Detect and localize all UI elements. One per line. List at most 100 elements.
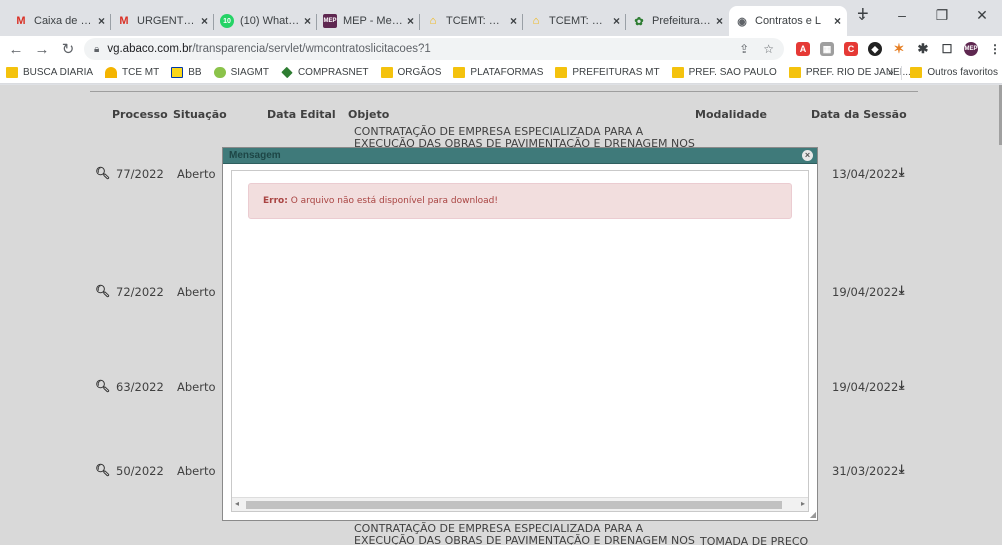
download-icon[interactable]: ⤓ [899,283,904,298]
close-tab-icon[interactable]: × [98,14,105,28]
bookmark-item[interactable]: ORGÃOS [380,67,441,78]
browser-tab[interactable]: MEP MEP - Mercé × [317,6,420,36]
horizontal-scrollbar[interactable]: ◂ ▸ [232,497,808,511]
globe-icon: ◉ [737,15,747,28]
header-processo: Processo [112,108,168,121]
bookmark-item[interactable]: PLATAFORMAS [453,67,543,78]
scrollbar-thumb[interactable] [246,501,782,509]
side-panel-icon[interactable]: ☐ [940,42,954,56]
bookmark-item[interactable]: PREFEITURAS MT [555,67,660,78]
scroll-left-icon[interactable]: ◂ [235,499,239,508]
forward-icon[interactable]: → [32,41,52,58]
restore-icon[interactable]: ❐ [922,0,962,32]
bookmark-star-icon[interactable]: ☆ [763,42,774,56]
share-icon[interactable]: ⇪ [739,42,749,56]
data-sessao-cell: 19/04/2022 [832,285,899,299]
folder-icon [788,67,801,78]
bookmark-label: TCE MT [122,67,160,78]
browser-tab[interactable]: ⌂ TCEMT: Espa × [420,6,523,36]
back-icon[interactable]: ← [6,41,26,58]
folder-icon [6,67,18,78]
bookmark-label: PREFEITURAS MT [572,67,660,78]
browser-tab[interactable]: ⌂ TCEMT: Espa × [523,6,626,36]
search-icon[interactable]: 🔍︎ [95,284,110,298]
gmail-icon: M [16,15,26,27]
search-icon[interactable]: 🔍︎ [95,166,110,180]
situacao-cell: Aberto [177,380,216,394]
close-tab-icon[interactable]: × [304,14,311,28]
close-tab-icon[interactable]: × [201,14,208,28]
search-icon[interactable]: 🔍︎ [95,463,110,477]
bookmark-item[interactable]: BUSCA DIARIA [6,67,93,78]
bookmark-label: BUSCA DIARIA [23,67,94,78]
bookmark-item[interactable]: COMPRASNET [281,66,369,79]
close-tab-icon[interactable]: × [613,14,620,28]
resize-grip-icon[interactable]: ◢ [810,510,816,519]
situacao-cell: Aberto [177,167,216,181]
other-bookmarks-folder[interactable]: Outros favoritos [910,67,998,78]
dialog-titlebar[interactable]: Mensagem × [223,148,817,164]
scroll-right-icon[interactable]: ▸ [801,499,805,508]
bookmark-label: PLATAFORMAS [470,67,544,78]
address-bar[interactable]: 🔒︎ vg.abaco.com.br/transparencia/servlet… [84,38,784,60]
tab-title: Contratos e L [755,15,822,27]
error-alert: Erro: O arquivo não está disponível para… [248,183,792,219]
bookmark-label: Outros favoritos [927,67,998,78]
bookmarks-overflow-button[interactable]: » [888,67,894,78]
browser-tab[interactable]: M Caixa de entr × [8,6,111,36]
url-path: /transparencia/servlet/wmcontratoslicita… [192,43,431,55]
close-tab-icon[interactable]: × [510,14,517,28]
mep-icon: MEP [323,14,337,28]
download-icon[interactable]: ⤓ [899,165,904,180]
modalidade-cell: TOMADA DE PREÇO [700,535,809,545]
bookmark-label: BB [188,67,202,78]
search-icon[interactable]: 🔍︎ [95,379,110,393]
reload-icon[interactable]: ↻ [58,40,78,58]
tce-icon [105,67,118,78]
siag-icon [213,67,226,78]
browser-tab[interactable]: ✿ Prefeitura de × [626,6,729,36]
extensions-puzzle-icon[interactable]: ✱ [916,41,930,56]
tab-title: TCEMT: Espa [549,15,609,27]
download-icon[interactable]: ⤓ [899,462,904,477]
download-icon[interactable]: ⤓ [899,378,904,393]
browser-tab[interactable]: 10 (10) WhatsAp × [214,6,317,36]
close-icon[interactable]: × [802,150,813,161]
error-label: Erro: [263,196,288,206]
browser-tab[interactable]: M URGENTÍSSIM × [111,6,214,36]
bookmark-item[interactable]: BB [171,67,202,78]
extension-icon[interactable]: ◆ [868,42,882,56]
browser-tab-active[interactable]: ◉ Contratos e L × [729,6,847,36]
minimize-icon[interactable]: – [882,0,922,32]
close-tab-icon[interactable]: × [834,14,841,28]
bookmark-item[interactable]: SIAGMT [213,67,269,78]
close-tab-icon[interactable]: × [407,14,414,28]
bookmark-item[interactable]: PREF. SAO PAULO [671,67,777,78]
tab-title: URGENTÍSSIM [137,15,197,27]
bookmark-label: PREF. SAO PAULO [688,67,777,78]
tab-title: Caixa de entr [34,15,94,27]
data-sessao-cell: 31/03/2022 [832,464,899,478]
processo-cell: 72/2022 [116,285,164,299]
tab-title: Prefeitura de [652,15,712,27]
close-tab-icon[interactable]: × [716,14,723,28]
folder-icon [910,67,923,78]
tab-search-icon[interactable]: ⌄ [842,0,882,32]
header-objeto: Objeto [348,108,390,121]
tce-icon: ⌂ [532,15,540,27]
pdf-extension-icon[interactable]: A [796,42,810,56]
bookmark-item[interactable]: TCE MT [105,67,159,78]
menu-icon[interactable]: ⋮ [988,42,1002,56]
header-data-sessao: Data da Sessão [811,108,907,121]
tab-title: (10) WhatsAp [240,15,300,27]
extension-icon[interactable]: ▦ [820,42,834,56]
extension-icon[interactable]: C [844,42,858,56]
data-sessao-cell: 19/04/2022 [832,380,899,394]
tce-icon: ⌂ [429,15,437,27]
header-situacao: Situação [173,108,227,121]
folder-icon [671,67,684,78]
close-window-icon[interactable]: ✕ [962,0,1002,32]
lock-icon[interactable]: 🔒︎ [94,44,99,55]
profile-avatar[interactable]: MEP [964,42,978,56]
extension-icon[interactable]: ✶ [892,41,906,56]
